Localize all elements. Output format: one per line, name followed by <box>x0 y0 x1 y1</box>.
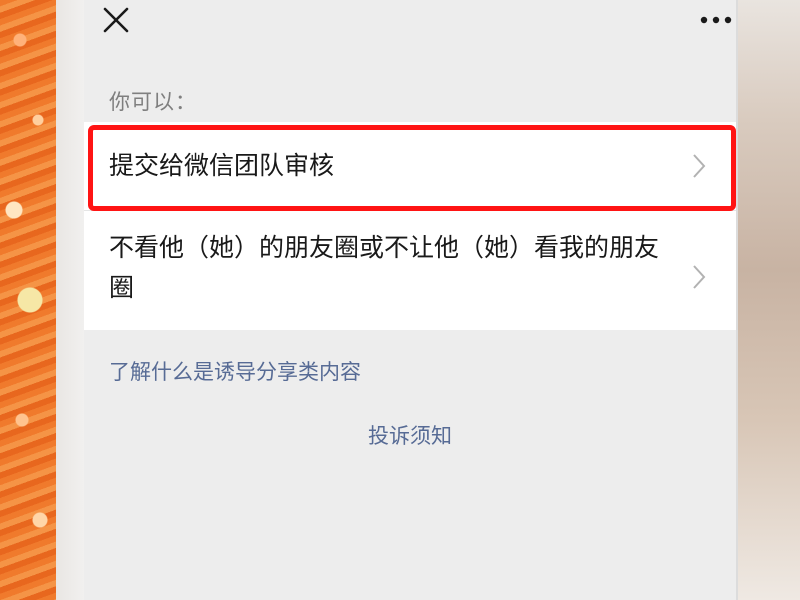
top-bar <box>84 0 736 52</box>
more-options-button[interactable] <box>698 8 734 32</box>
submit-to-wechat-team-option[interactable]: 提交给微信团队审核 <box>84 122 736 210</box>
more-dots-icon <box>700 16 732 24</box>
chevron-right-icon <box>693 154 706 178</box>
option-label: 提交给微信团队审核 <box>109 151 335 180</box>
learn-more-link[interactable]: 了解什么是诱导分享类内容 <box>109 356 361 386</box>
background-photo-right <box>736 0 800 600</box>
background-edge-left <box>56 0 84 600</box>
options-hint: 你可以： <box>109 90 197 114</box>
close-button[interactable] <box>102 6 130 34</box>
hide-moments-option[interactable]: 不看他（她）的朋友圈或不让他（她）看我的朋友圈 <box>84 210 736 330</box>
background-photo-left <box>0 0 56 600</box>
option-label: 不看他（她）的朋友圈或不让他（她）看我的朋友圈 <box>109 233 660 302</box>
panel-edge-right <box>736 0 738 600</box>
options-list: 提交给微信团队审核 不看他（她）的朋友圈或不让他（她）看我的朋友圈 <box>84 122 736 330</box>
close-icon <box>103 7 129 33</box>
complaint-notice-link[interactable]: 投诉须知 <box>84 420 736 450</box>
chevron-right-icon <box>693 265 706 289</box>
complaint-options-panel: 你可以： 提交给微信团队审核 不看他（她）的朋友圈或不让他（她）看我的朋友圈 了… <box>84 0 736 600</box>
screenshot-stage: 你可以： 提交给微信团队审核 不看他（她）的朋友圈或不让他（她）看我的朋友圈 了… <box>0 0 800 600</box>
